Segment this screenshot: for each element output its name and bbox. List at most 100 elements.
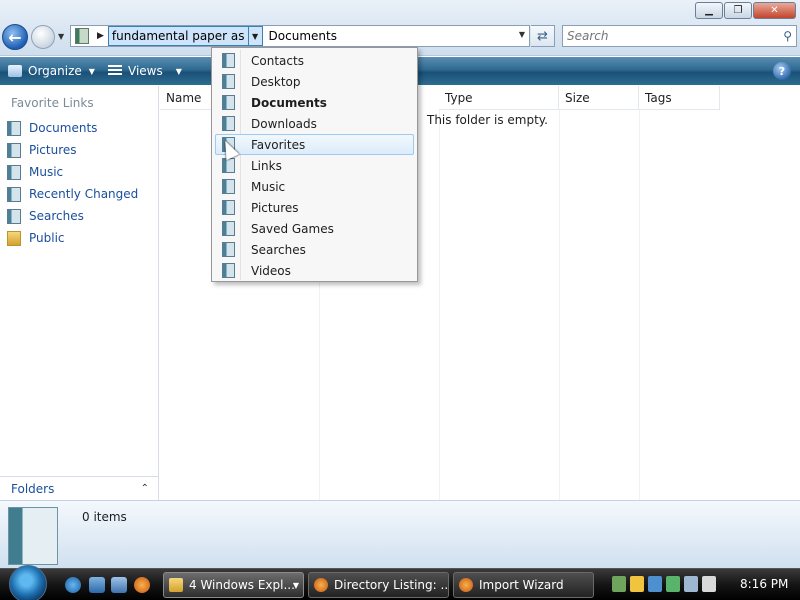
column-header-size[interactable]: Size	[559, 86, 639, 110]
menu-item-saved-games[interactable]: Saved Games	[215, 218, 414, 239]
empty-folder-message: This folder is empty.	[427, 113, 548, 127]
navigation-pane: Favorite Links Documents Pictures Music …	[0, 86, 159, 500]
menu-item-label: Saved Games	[251, 221, 334, 236]
views-icon	[108, 65, 122, 77]
favorite-link-searches[interactable]: Searches	[7, 207, 84, 225]
back-arrow-icon: ←	[8, 27, 22, 47]
tray-app-icon[interactable]	[666, 576, 680, 592]
desktop-icon	[222, 74, 235, 89]
menu-item-contacts[interactable]: Contacts	[215, 50, 414, 71]
breadcrumb-arrow-icon[interactable]: ▶	[97, 31, 104, 41]
close-button[interactable]: ✕	[753, 2, 796, 19]
breadcrumb-documents[interactable]: Documents	[263, 26, 337, 46]
menu-item-label: Desktop	[251, 74, 301, 89]
minimize-button[interactable]: ▁	[695, 2, 723, 19]
menu-item-links[interactable]: Links	[215, 155, 414, 176]
menu-item-music[interactable]: Music	[215, 176, 414, 197]
favorite-link-label: Music	[29, 165, 64, 179]
column-header-tags[interactable]: Tags	[639, 86, 720, 110]
taskbar-button-label: Import Wizard	[479, 578, 564, 592]
menu-item-searches[interactable]: Searches	[215, 239, 414, 260]
search-box[interactable]: ⚲	[562, 25, 797, 47]
folder-icon	[169, 578, 183, 592]
favorite-link-label: Recently Changed	[29, 187, 139, 201]
recent-pages-dropdown[interactable]: ▼	[58, 32, 64, 41]
pictures-icon	[222, 200, 235, 215]
search-icon[interactable]: ⚲	[783, 29, 792, 43]
firefox-icon	[459, 578, 473, 592]
favorite-link-recently-changed[interactable]: Recently Changed	[7, 185, 138, 203]
switch-windows-icon[interactable]	[111, 577, 127, 593]
notification-area	[612, 576, 720, 592]
chevron-down-icon: ▼	[292, 581, 299, 590]
favorite-link-public[interactable]: Public	[7, 229, 65, 247]
chevron-up-icon: ⌃	[140, 483, 149, 494]
saved-games-icon	[222, 221, 235, 236]
back-button[interactable]: ←	[2, 24, 28, 50]
taskbar-button-label: Directory Listing: ...	[334, 578, 449, 592]
tray-app-icon[interactable]	[612, 576, 626, 592]
forward-button[interactable]	[31, 25, 55, 49]
details-pane: 0 items	[0, 500, 800, 568]
volume-muted-icon[interactable]	[702, 576, 716, 592]
links-icon	[222, 158, 235, 173]
show-desktop-icon[interactable]	[89, 577, 105, 593]
organize-button[interactable]: Organize ▼	[8, 62, 95, 80]
favorite-link-label: Public	[29, 231, 65, 245]
searches-icon	[222, 242, 235, 257]
favorite-link-pictures[interactable]: Pictures	[7, 141, 77, 159]
menu-item-documents[interactable]: Documents	[215, 92, 414, 113]
address-bar[interactable]: ▶ fundamental paper as ▼ Documents ▼	[70, 25, 530, 47]
menu-item-label: Music	[251, 179, 286, 194]
breadcrumb-dropdown-menu: Contacts Desktop Documents Downloads Fav…	[211, 47, 418, 282]
taskbar: 4 Windows Expl... ▼ Directory Listing: .…	[0, 565, 800, 600]
taskbar-button-windows-explorer[interactable]: 4 Windows Expl... ▼	[163, 572, 304, 598]
organize-label: Organize	[28, 64, 82, 78]
breadcrumb-dropdown-button[interactable]: ▼	[248, 26, 263, 46]
search-input[interactable]	[567, 29, 767, 43]
menu-item-label: Contacts	[251, 53, 304, 68]
searches-icon	[7, 208, 21, 224]
videos-icon	[222, 263, 235, 278]
views-button[interactable]: Views ▼	[108, 62, 182, 80]
column-divider	[639, 110, 640, 500]
favorite-link-music[interactable]: Music	[7, 163, 63, 181]
clock[interactable]: 8:16 PM	[740, 577, 788, 591]
firefox-icon[interactable]	[134, 577, 150, 593]
documents-icon	[7, 120, 21, 136]
address-history-dropdown[interactable]: ▼	[519, 30, 525, 39]
menu-item-favorites[interactable]: Favorites	[215, 134, 414, 155]
column-header-type[interactable]: Type	[439, 86, 559, 110]
favorite-link-label: Documents	[29, 121, 98, 135]
contacts-icon	[222, 53, 235, 68]
menu-item-pictures[interactable]: Pictures	[215, 197, 414, 218]
maximize-button[interactable]: ❐	[724, 2, 752, 19]
taskbar-button-directory-listing[interactable]: Directory Listing: ...	[308, 572, 449, 598]
breadcrumb-user-folder[interactable]: fundamental paper as	[107, 26, 249, 46]
public-folder-icon	[7, 230, 21, 246]
firefox-icon	[314, 578, 328, 592]
favorite-link-documents[interactable]: Documents	[7, 119, 97, 137]
security-shield-icon[interactable]	[630, 576, 644, 592]
menu-item-downloads[interactable]: Downloads	[215, 113, 414, 134]
documents-icon	[222, 95, 235, 110]
menu-item-videos[interactable]: Videos	[215, 260, 414, 281]
internet-explorer-icon[interactable]	[65, 577, 81, 593]
music-icon	[222, 179, 235, 194]
refresh-button[interactable]: ⇄	[531, 25, 555, 47]
organize-icon	[8, 65, 22, 77]
views-label: Views	[128, 64, 163, 78]
downloads-icon	[222, 116, 235, 131]
help-button[interactable]: ?	[773, 62, 791, 80]
folders-toggle[interactable]: Folders ⌃	[0, 476, 158, 500]
start-button[interactable]	[9, 565, 47, 600]
chevron-down-icon: ▼	[88, 66, 95, 76]
menu-item-label: Downloads	[251, 116, 317, 131]
menu-item-desktop[interactable]: Desktop	[215, 71, 414, 92]
tray-app-icon[interactable]	[648, 576, 662, 592]
favorite-link-label: Searches	[29, 209, 84, 223]
network-icon[interactable]	[684, 576, 698, 592]
favorite-links-title: Favorite Links	[11, 96, 94, 110]
taskbar-button-import-wizard[interactable]: Import Wizard	[453, 572, 594, 598]
window-controls: ▁ ❐ ✕	[694, 2, 796, 19]
